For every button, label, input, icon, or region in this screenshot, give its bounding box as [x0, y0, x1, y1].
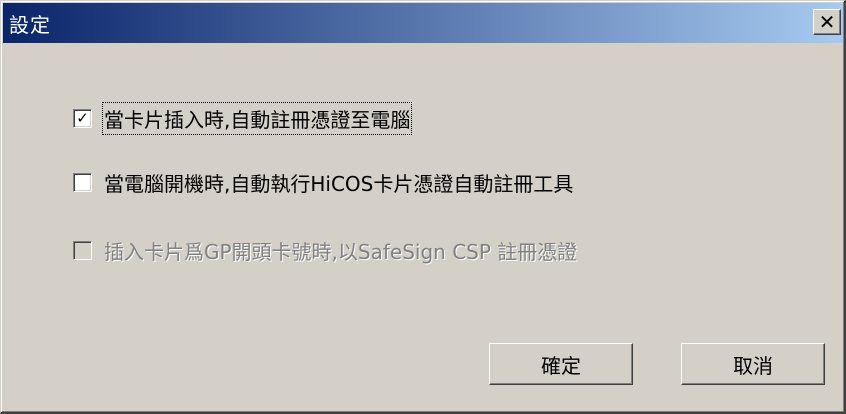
checkmark-icon: ✓ [76, 108, 89, 127]
cancel-button[interactable]: 取消 [681, 343, 825, 385]
close-icon: ✕ [818, 10, 836, 34]
settings-dialog: 設定 ✕ ✓ 當卡片插入時,自動註冊憑證至電腦 當電腦開機時,自動執行HiCOS… [0, 0, 846, 414]
run-on-startup-label[interactable]: 當電腦開機時,自動執行HiCOS卡片憑證自動註冊工具 [104, 168, 573, 197]
option-auto-register-on-insert[interactable]: ✓ 當卡片插入時,自動註冊憑證至電腦 [73, 101, 413, 135]
close-button[interactable]: ✕ [813, 9, 841, 35]
safesign-csp-label: 插入卡片爲GP開頭卡號時,以SafeSign CSP 註冊憑證 [104, 239, 578, 264]
option-run-on-startup[interactable]: 當電腦開機時,自動執行HiCOS卡片憑證自動註冊工具 [73, 168, 573, 197]
auto-register-on-insert-label[interactable]: 當卡片插入時,自動註冊憑證至電腦 [101, 101, 413, 135]
ok-button[interactable]: 確定 [489, 343, 633, 385]
run-on-startup-checkbox[interactable] [73, 172, 92, 192]
dialog-title: 設定 [9, 12, 51, 37]
option-safesign-csp: 插入卡片爲GP開頭卡號時,以SafeSign CSP 註冊憑證 [73, 237, 578, 264]
auto-register-on-insert-checkbox[interactable]: ✓ [73, 108, 92, 128]
title-bar[interactable]: 設定 ✕ [3, 3, 843, 43]
safesign-csp-checkbox [73, 240, 92, 260]
